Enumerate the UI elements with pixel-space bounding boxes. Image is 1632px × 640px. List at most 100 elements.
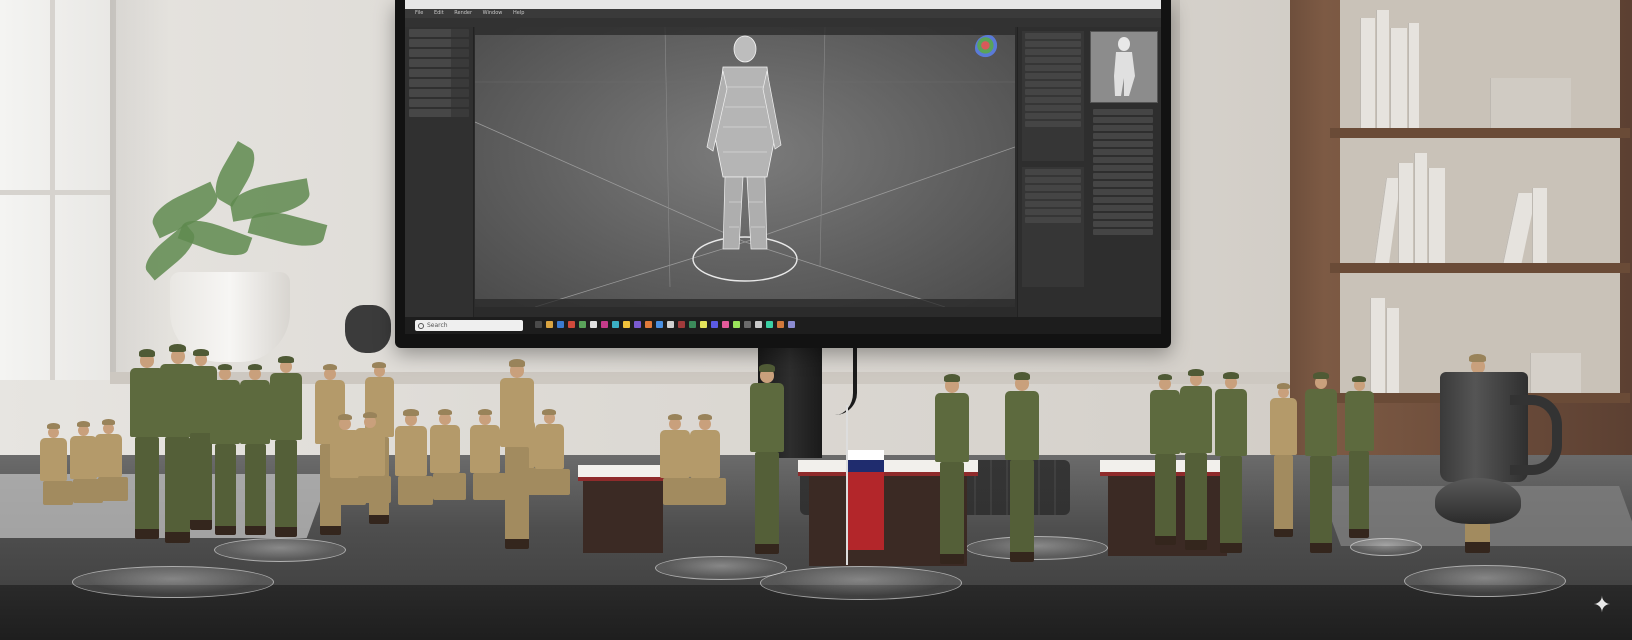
app-icon[interactable]: [623, 321, 630, 328]
dark-vase: [345, 305, 391, 353]
wireframe-figure: [692, 35, 798, 282]
app-icon[interactable]: [755, 321, 762, 328]
books-middle: [1350, 138, 1610, 263]
app-icon[interactable]: [788, 321, 795, 328]
display-base-center: [760, 566, 962, 600]
outliner-row[interactable]: [409, 89, 469, 97]
outliner-row[interactable]: [409, 99, 469, 107]
monitor-screen: File Edit Render Window Help Search: [405, 0, 1161, 334]
app-icon[interactable]: [711, 321, 718, 328]
outliner-row[interactable]: [409, 69, 469, 77]
viewport-header: [475, 27, 1015, 35]
thumbnail-figure: [1114, 37, 1135, 96]
app-icon[interactable]: [766, 321, 773, 328]
app-icon[interactable]: [612, 321, 619, 328]
3d-viewport[interactable]: [475, 27, 1015, 307]
standing-soldier-figurine: [1150, 370, 1181, 546]
seated-soldier-figurine: [690, 410, 727, 505]
app-menu-bar: File Edit Render Window Help: [405, 9, 1161, 18]
outliner-row[interactable]: [409, 29, 469, 37]
app-icon[interactable]: [689, 321, 696, 328]
reference-thumbnail: [1090, 31, 1158, 103]
outliner-row[interactable]: [409, 79, 469, 87]
standing-soldier-figurine: [1270, 380, 1298, 537]
viewport-footer: [475, 299, 1015, 307]
app-icon[interactable]: [557, 321, 564, 328]
standing-soldier-figurine: [270, 352, 302, 537]
app-icon[interactable]: [722, 321, 729, 328]
seated-soldier-figurine: [70, 418, 103, 503]
display-base: [1350, 538, 1422, 556]
display-base: [655, 556, 787, 580]
outliner-row[interactable]: [409, 109, 469, 117]
window-rail: [0, 190, 110, 195]
scene-outliner-panel: [405, 27, 474, 317]
seated-soldier-figurine: [660, 410, 697, 505]
wall-shadow: [110, 0, 170, 380]
app-icon[interactable]: [634, 321, 641, 328]
app-icon[interactable]: [601, 321, 608, 328]
app-icon[interactable]: [546, 321, 553, 328]
app-icon[interactable]: [733, 321, 740, 328]
properties-panel: [1017, 27, 1161, 317]
books-top: [1350, 0, 1610, 128]
outliner-row[interactable]: [409, 59, 469, 67]
standing-soldier-figurine: [1345, 372, 1374, 539]
app-icon[interactable]: [667, 321, 674, 328]
standing-soldier-figurine: [1305, 368, 1337, 553]
app-icon[interactable]: [656, 321, 663, 328]
search-placeholder: Search: [427, 322, 448, 329]
app-icon[interactable]: [568, 321, 575, 328]
standing-soldier-figurine: [750, 360, 784, 554]
app-icon[interactable]: [645, 321, 652, 328]
property-rows: [1090, 107, 1156, 237]
seated-soldier-figurine: [535, 405, 570, 495]
mug-handle: [1510, 395, 1562, 475]
modifier-panel: [1022, 167, 1084, 287]
app-tool-strip: [405, 18, 1161, 27]
seated-soldier-figurine: [40, 420, 73, 505]
standing-soldier-figurine: [240, 360, 271, 536]
menu-edit[interactable]: Edit: [434, 10, 444, 16]
os-taskbar: Search: [405, 317, 1161, 334]
display-base-left: [72, 566, 274, 598]
seated-soldier-figurine: [355, 408, 392, 503]
menu-render[interactable]: Render: [454, 10, 472, 16]
standing-soldier-figurine: [935, 370, 969, 564]
menu-window[interactable]: Window: [483, 10, 503, 16]
outliner-row[interactable]: [409, 39, 469, 47]
seated-soldier-figurine: [395, 405, 434, 505]
seated-soldier-figurine: [430, 405, 467, 500]
app-title-bar: [405, 0, 1161, 9]
outliner-row[interactable]: [409, 49, 469, 57]
photo-scene: File Edit Render Window Help Search ✦: [0, 0, 1632, 640]
app-icon[interactable]: [777, 321, 784, 328]
app-icon[interactable]: [590, 321, 597, 328]
window: [0, 0, 116, 380]
search-icon: [418, 323, 424, 329]
standing-soldier-figurine: [1180, 365, 1212, 550]
app-icon[interactable]: [535, 321, 542, 328]
standing-soldier-figurine: [1005, 368, 1039, 562]
display-base: [214, 538, 346, 562]
sparkle-icon: ✦: [1592, 593, 1612, 618]
outliner-sub-panel: [1022, 31, 1084, 161]
computer-mouse: [1435, 478, 1521, 524]
seated-soldier-figurine: [470, 405, 507, 500]
app-icon[interactable]: [744, 321, 751, 328]
app-icon[interactable]: [700, 321, 707, 328]
display-base-right: [1404, 565, 1566, 597]
standing-soldier-figurine: [130, 345, 164, 539]
app-icon[interactable]: [579, 321, 586, 328]
standing-soldier-figurine: [500, 355, 534, 549]
app-icon[interactable]: [678, 321, 685, 328]
taskbar-app-icons: [535, 321, 799, 328]
navigation-gizmo-icon[interactable]: [975, 35, 1001, 61]
delegation-table-left: [578, 465, 668, 557]
taskbar-search-box[interactable]: Search: [415, 320, 523, 331]
menu-file[interactable]: File: [415, 10, 423, 16]
standing-soldier-figurine: [210, 360, 241, 536]
seated-soldier-figurine: [95, 416, 128, 501]
menu-help[interactable]: Help: [513, 10, 524, 16]
standing-soldier-figurine: [1215, 368, 1247, 553]
